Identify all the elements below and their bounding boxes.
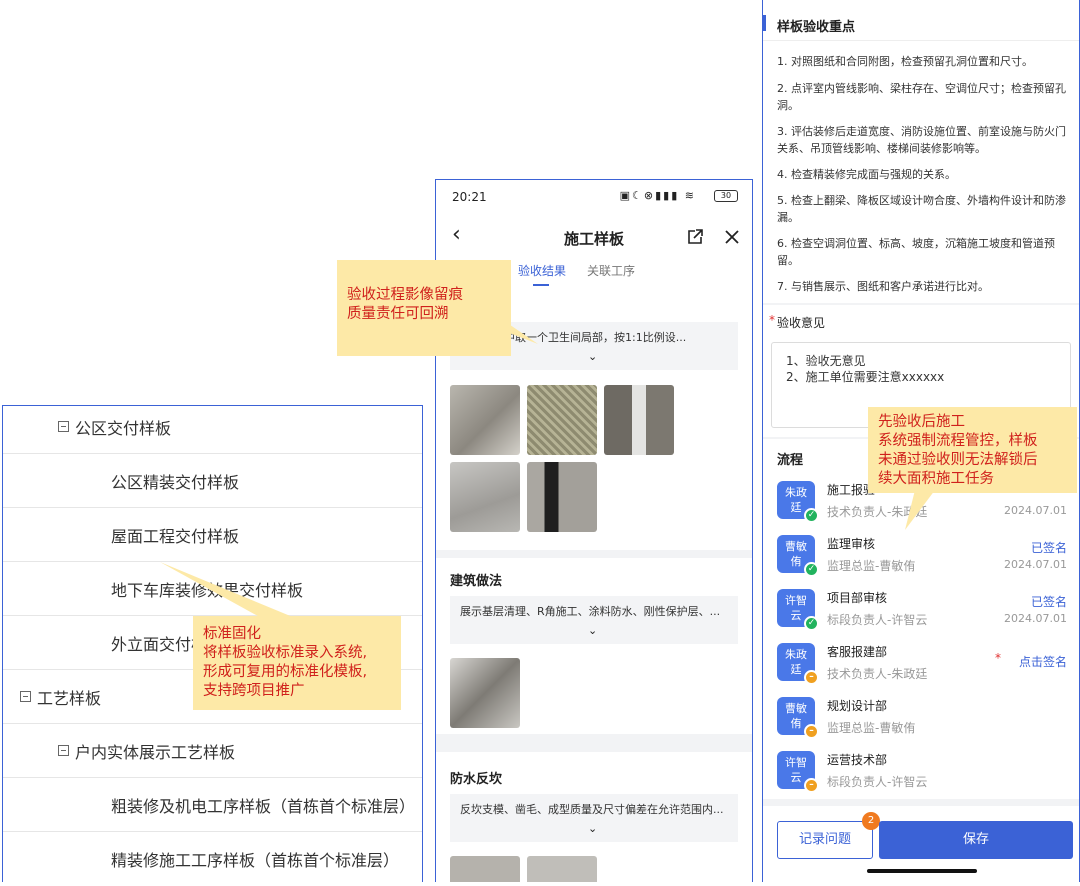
callout-line: 未通过验收则无法解锁后	[878, 452, 1038, 468]
callout-line: 先验收后施工	[878, 414, 965, 430]
callout-line: 验收过程影像留痕	[347, 287, 463, 303]
callout-line: 将样板验收标准录入系统,	[203, 645, 368, 661]
callout-line: 续大面积施工任务	[878, 471, 994, 487]
callout-line: 支持跨项目推广	[203, 683, 305, 699]
callout-line: 形成可复用的标准化模板,	[203, 664, 368, 680]
callout-flow-control: 先验收后施工 系统强制流程管控，样板 未通过验收则无法解锁后 续大面积施工任务	[868, 407, 1077, 493]
callout-image-trace: 验收过程影像留痕 质量责任可回溯	[337, 260, 511, 356]
callout-line: 标准固化	[203, 626, 261, 642]
callout-line: 系统强制流程管控，样板	[878, 433, 1038, 449]
callout-line: 质量责任可回溯	[347, 306, 449, 322]
callout-standardization: 标准固化 将样板验收标准录入系统, 形成可复用的标准化模板, 支持跨项目推广	[193, 616, 401, 710]
